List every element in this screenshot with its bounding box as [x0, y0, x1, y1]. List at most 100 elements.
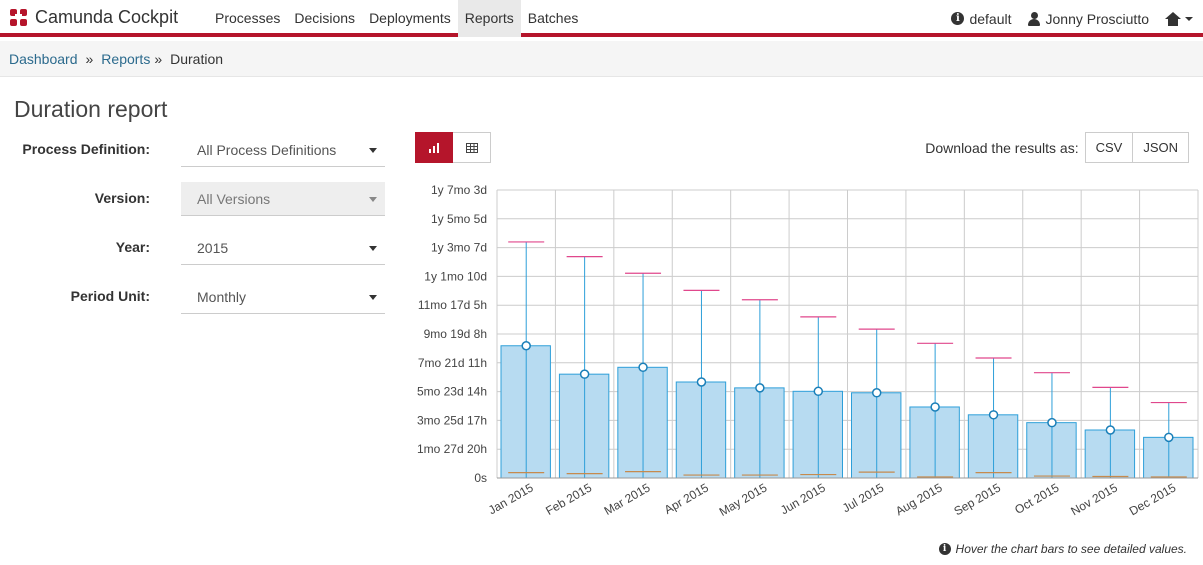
period-unit-select[interactable]: Monthly — [181, 280, 385, 314]
year-label: Year: — [115, 239, 150, 255]
avg-point — [638, 362, 648, 373]
y-tick-label: 5mo 23d 14h — [417, 385, 487, 399]
info-icon: i — [938, 543, 951, 555]
y-tick-label: 1mo 27d 20h — [417, 442, 487, 456]
breadcrumb-current: Duration — [170, 50, 224, 67]
nav-item-decisions[interactable]: Decisions — [287, 0, 362, 37]
y-tick-label: 7mo 21d 11h — [418, 356, 487, 370]
bar — [617, 366, 668, 479]
download-label: Download the results as: — [925, 139, 1079, 156]
avg-point — [813, 386, 824, 397]
nav-item-deployments[interactable]: Deployments — [362, 0, 458, 37]
y-tick-label: 3mo 25d 17h — [417, 413, 487, 427]
nav-item-reports[interactable]: Reports — [457, 0, 521, 37]
breadcrumb: Dashboard » Reports » Duration — [0, 41, 1203, 77]
y-tick-label: 9mo 19d 8h — [424, 327, 487, 341]
x-tick-label: Jul 2015 — [840, 480, 887, 515]
x-tick-label: Oct 2015 — [1012, 480, 1061, 517]
nav-right: i default Jonny Prosciutto — [935, 0, 1193, 37]
avg-point — [521, 341, 531, 351]
breadcrumb-separator: » — [85, 50, 94, 67]
x-tick-label: Mar 2015 — [602, 480, 653, 518]
version-label: Version: — [94, 190, 150, 206]
period-unit-label: Period Unit: — [70, 288, 150, 304]
home-menu[interactable] — [1165, 11, 1193, 26]
download-json-button[interactable]: JSON — [1133, 132, 1189, 163]
info-icon: i — [951, 12, 965, 25]
y-tick-label: 1y 3mo 7d — [431, 241, 487, 255]
year-row: Year: 2015 — [0, 231, 390, 265]
avg-point — [1047, 417, 1057, 428]
year-select[interactable]: 2015 — [181, 231, 385, 265]
x-tick-label: Jun 2015 — [778, 480, 828, 517]
process-definition-row: Process Definition: All Process Definiti… — [0, 133, 390, 167]
version-value: All Versions — [197, 191, 271, 207]
user-name: Jonny Prosciutto — [1045, 10, 1150, 27]
bar — [1143, 436, 1194, 479]
chart-hint: i Hover the chart bars to see detailed v… — [938, 542, 1187, 556]
avg-point — [696, 377, 707, 387]
view-toggle — [415, 132, 491, 163]
y-tick-label: 1y 1mo 10d — [424, 269, 487, 283]
dropdown-arrow-icon — [369, 148, 377, 153]
process-definition-label: Process Definition: — [22, 141, 150, 157]
process-definition-value: All Process Definitions — [197, 142, 337, 158]
breadcrumb-separator: » — [154, 50, 163, 67]
period-unit-row: Period Unit: Monthly — [0, 280, 390, 314]
user-icon — [1027, 11, 1040, 26]
x-tick-label: Nov 2015 — [1068, 480, 1120, 518]
y-tick-label: 1y 5mo 5d — [431, 212, 487, 226]
engine-selector[interactable]: i default — [951, 10, 1012, 27]
top-navbar: Camunda Cockpit Processes Decisions Depl… — [0, 0, 1203, 37]
duration-chart: 0s 1mo 27d 20h 3mo 25d 17h 5mo 23d 14h 7mo 2… — [417, 183, 1199, 519]
x-tick-label: Dec 2015 — [1127, 480, 1179, 518]
table-view-button[interactable] — [453, 132, 491, 163]
main-nav: Processes Decisions Deployments Reports … — [208, 0, 585, 37]
x-tick-label: Feb 2015 — [543, 480, 594, 518]
dropdown-arrow-icon — [369, 246, 377, 251]
dropdown-arrow-icon — [369, 295, 377, 300]
avg-point — [930, 402, 940, 412]
breadcrumb-dashboard[interactable]: Dashboard — [9, 51, 78, 67]
engine-name: default — [969, 10, 1012, 27]
x-tick-label: May 2015 — [717, 480, 770, 519]
version-row: Version: All Versions — [0, 182, 390, 216]
brand-name: Camunda Cockpit — [35, 7, 179, 27]
x-tick-label: Jan 2015 — [486, 480, 536, 517]
x-tick-label: Aug 2015 — [893, 480, 945, 518]
bar — [967, 414, 1019, 479]
process-definition-select[interactable]: All Process Definitions — [181, 133, 385, 167]
brand[interactable]: Camunda Cockpit — [10, 7, 178, 28]
year-value: 2015 — [197, 240, 229, 256]
camunda-logo-icon — [10, 8, 28, 27]
bar — [675, 381, 727, 479]
download-section: Download the results as: CSV JSON — [925, 132, 1189, 163]
dropdown-arrow-icon — [369, 197, 377, 202]
avg-point — [755, 383, 765, 393]
version-select[interactable]: All Versions — [181, 182, 385, 216]
bar-chart-icon — [429, 142, 439, 153]
caret-down-icon — [1185, 16, 1193, 21]
avg-point — [1105, 425, 1116, 435]
page-title: Duration report — [14, 96, 168, 122]
period-unit-value: Monthly — [197, 289, 247, 305]
hint-text: Hover the chart bars to see detailed val… — [955, 542, 1187, 556]
y-tick-label: 1y 7mo 3d — [431, 183, 487, 197]
nav-item-batches[interactable]: Batches — [521, 0, 586, 37]
chart-view-button[interactable] — [415, 132, 453, 163]
user-menu[interactable]: Jonny Prosciutto — [1027, 10, 1150, 27]
download-csv-button[interactable]: CSV — [1084, 132, 1134, 163]
y-tick-label: 11mo 17d 5h — [418, 298, 487, 312]
avg-point — [579, 369, 590, 379]
avg-point — [871, 388, 882, 398]
home-icon — [1165, 11, 1181, 26]
table-icon — [465, 142, 478, 153]
bar — [851, 392, 902, 479]
avg-point — [988, 410, 999, 420]
x-tick-label: Sep 2015 — [952, 480, 1004, 518]
breadcrumb-reports[interactable]: Reports — [101, 51, 150, 67]
x-tick-label: Apr 2015 — [662, 480, 711, 517]
avg-point — [1164, 432, 1174, 443]
nav-item-processes[interactable]: Processes — [208, 0, 287, 37]
y-tick-label: 0s — [474, 471, 487, 485]
